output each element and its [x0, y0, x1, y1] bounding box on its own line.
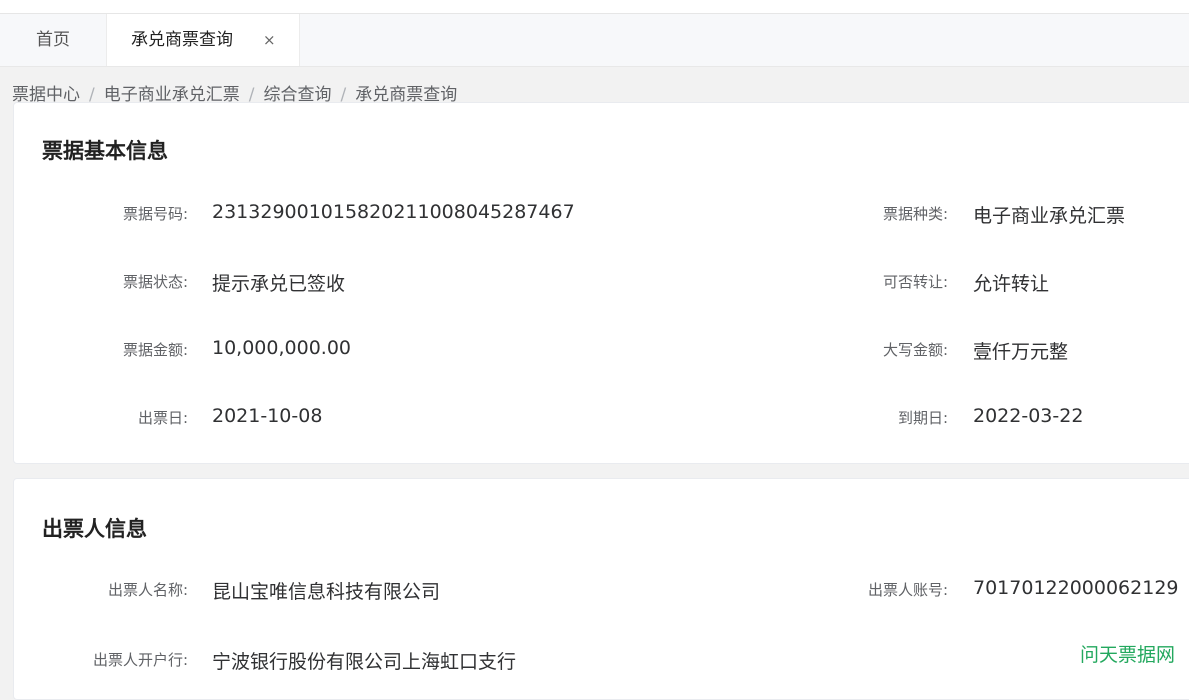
tab-acceptance-query[interactable]: 承兑商票查询 ×	[106, 14, 300, 66]
drawer-bank-label: 出票人开户行:	[92, 651, 188, 669]
amount-label: 票据金额:	[122, 341, 188, 359]
issue-date-value: 2021-10-08	[212, 405, 323, 427]
amount-upper-label: 大写金额:	[882, 341, 948, 359]
due-date-value: 2022-03-22	[973, 405, 1084, 427]
bill-status-label: 票据状态:	[122, 273, 188, 291]
transferable-value: 允许转让	[973, 273, 1050, 295]
amount-upper-value: 壹仟万元整	[973, 341, 1069, 363]
bill-type-label: 票据种类:	[882, 205, 948, 223]
drawer-account-label: 出票人账号:	[867, 581, 948, 599]
basic-info-title: 票据基本信息	[42, 139, 168, 163]
basic-info-card: 票据基本信息 票据号码: 231329001015820211008045287…	[13, 102, 1189, 464]
bill-no-value: 231329001015820211008045287467	[212, 201, 575, 223]
transferable-label: 可否转让:	[882, 273, 948, 291]
due-date-label: 到期日:	[897, 409, 948, 427]
tab-home-label: 首页	[36, 30, 70, 50]
drawer-name-label: 出票人名称:	[107, 581, 188, 599]
top-strip	[0, 0, 1189, 14]
tab-active-label: 承兑商票查询	[131, 30, 233, 50]
drawer-name-value: 昆山宝唯信息科技有限公司	[212, 581, 441, 603]
bill-no-label: 票据号码:	[122, 205, 188, 223]
close-icon[interactable]: ×	[263, 14, 276, 66]
issue-date-label: 出票日:	[137, 409, 188, 427]
watermark-text: 问天票据网	[1080, 644, 1176, 666]
drawer-bank-value: 宁波银行股份有限公司上海虹口支行	[212, 651, 517, 673]
bill-type-value: 电子商业承兑汇票	[973, 205, 1126, 227]
tab-bar: 首页 承兑商票查询 ×	[0, 14, 1189, 67]
drawer-account-value: 70170122000062129	[973, 577, 1179, 599]
breadcrumb: 票据中心 / 电子商业承兑汇票 / 综合查询 / 承兑商票查询	[12, 80, 457, 105]
bill-status-value: 提示承兑已签收	[212, 273, 346, 295]
tab-home[interactable]: 首页	[0, 14, 106, 66]
drawer-info-title: 出票人信息	[42, 517, 147, 541]
amount-value: 10,000,000.00	[212, 337, 352, 359]
drawer-info-card: 出票人信息 出票人名称: 昆山宝唯信息科技有限公司 出票人账号: 7017012…	[13, 478, 1189, 700]
